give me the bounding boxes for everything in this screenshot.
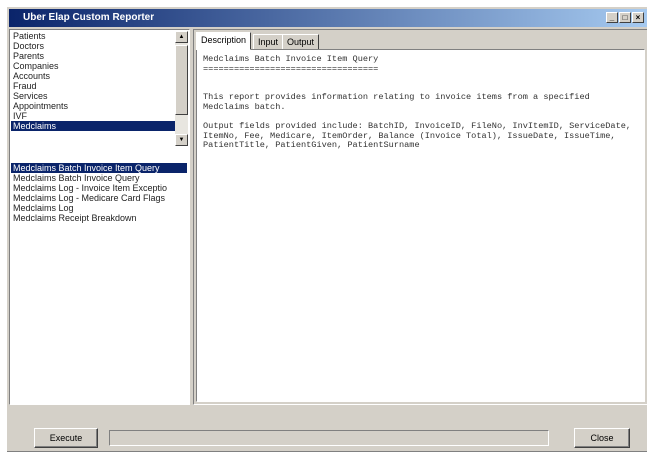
minimize-button[interactable]: _ bbox=[606, 12, 618, 23]
scroll-thumb[interactable] bbox=[175, 45, 188, 115]
category-item[interactable]: Services bbox=[11, 91, 175, 101]
category-item[interactable]: Fraud bbox=[11, 81, 175, 91]
report-details-panel: Description Input Output Medclaims Batch… bbox=[193, 29, 647, 405]
report-item[interactable]: Medclaims Log bbox=[11, 203, 187, 213]
category-item[interactable]: Accounts bbox=[11, 71, 175, 81]
report-selector-panel: Patients Doctors Parents Companies Accou… bbox=[9, 29, 190, 405]
description-summary: This report provides information relatin… bbox=[203, 92, 595, 112]
category-item[interactable]: Parents bbox=[11, 51, 175, 61]
report-item[interactable]: Medclaims Log - Invoice Item Exceptio bbox=[11, 183, 187, 193]
category-item[interactable]: Doctors bbox=[11, 41, 175, 51]
window-title: Uber Elap Custom Reporter bbox=[23, 12, 155, 23]
category-item[interactable]: Appointments bbox=[11, 101, 175, 111]
close-window-button[interactable]: × bbox=[632, 12, 644, 23]
maximize-button[interactable]: □ bbox=[619, 12, 631, 23]
category-item[interactable]: Patients bbox=[11, 31, 175, 41]
category-scrollbar[interactable]: ▲ ▼ bbox=[175, 31, 188, 146]
close-button[interactable]: Close bbox=[574, 428, 630, 448]
report-item[interactable]: Medclaims Batch Invoice Query bbox=[11, 173, 187, 183]
title-bar: Uber Elap Custom Reporter _ □ × bbox=[9, 9, 647, 27]
tab-input[interactable]: Input bbox=[253, 34, 284, 50]
report-list[interactable]: Medclaims Batch Invoice Item Query Medcl… bbox=[11, 163, 187, 223]
report-item[interactable]: Medclaims Log - Medicare Card Flags bbox=[11, 193, 187, 203]
category-item[interactable]: IVF bbox=[11, 111, 175, 121]
description-output-fields: Output fields provided include: BatchID,… bbox=[203, 121, 637, 150]
scroll-down-icon[interactable]: ▼ bbox=[175, 134, 188, 146]
bottom-bar: Execute Close bbox=[9, 408, 646, 448]
description-underline: ================================== bbox=[203, 63, 379, 74]
progress-bar bbox=[109, 430, 549, 446]
report-item[interactable]: Medclaims Receipt Breakdown bbox=[11, 213, 187, 223]
tab-description[interactable]: Description bbox=[196, 32, 252, 50]
report-item-selected[interactable]: Medclaims Batch Invoice Item Query bbox=[11, 163, 187, 173]
execute-button[interactable]: Execute bbox=[34, 428, 98, 448]
category-item[interactable]: Companies bbox=[11, 61, 175, 71]
category-list[interactable]: Patients Doctors Parents Companies Accou… bbox=[11, 31, 175, 146]
description-text: Medclaims Batch Invoice Item Query ======… bbox=[196, 49, 645, 402]
scroll-up-icon[interactable]: ▲ bbox=[175, 31, 188, 43]
main-window: Uber Elap Custom Reporter _ □ × Patients… bbox=[6, 6, 647, 452]
category-item-selected[interactable]: Medclaims bbox=[11, 121, 175, 131]
tab-output[interactable]: Output bbox=[282, 34, 320, 50]
